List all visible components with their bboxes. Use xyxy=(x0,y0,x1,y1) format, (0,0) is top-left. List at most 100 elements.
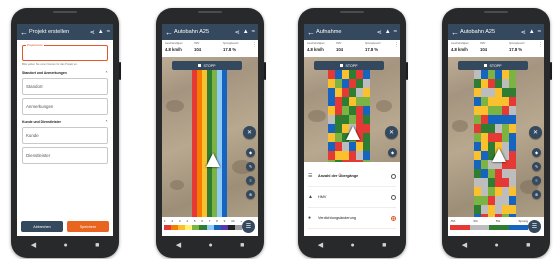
more-vert-icon[interactable]: ⋮ xyxy=(252,42,257,55)
roller-icon[interactable]: ▲ xyxy=(98,29,104,36)
roller-icon[interactable]: ▲ xyxy=(385,29,391,36)
navigation-arrow-icon xyxy=(346,126,360,140)
stop-button[interactable]: STOPP xyxy=(314,61,384,70)
nav-recents-icon[interactable]: ■ xyxy=(526,242,530,249)
map-view[interactable]: Geschwindigkeit 4.8 km/h HMV 104 Sprungber… xyxy=(448,40,544,236)
roller-icon[interactable]: ▲ xyxy=(529,29,535,36)
grid-cell xyxy=(356,106,363,115)
project-name-input[interactable]: Projektname xyxy=(22,43,108,61)
grid-cell xyxy=(328,70,335,79)
service-provider-field[interactable]: Dienstleister xyxy=(22,147,108,164)
grid-cell xyxy=(488,133,495,142)
back-arrow-icon[interactable]: ← xyxy=(451,28,460,37)
nav-home-icon[interactable]: ● xyxy=(350,242,354,249)
side-button xyxy=(550,62,552,80)
radio-button[interactable] xyxy=(391,194,396,200)
grid-cell xyxy=(335,79,342,88)
terrain-patch xyxy=(166,100,184,112)
stats-bar: Geschwindigkeit 4.8 km/h HMV 104 Sprungber… xyxy=(162,40,258,57)
share-icon[interactable]: ⋖ xyxy=(235,29,240,36)
terrain-patch xyxy=(452,120,468,132)
locate-icon[interactable]: ⊕ xyxy=(246,190,255,199)
radio-button[interactable] xyxy=(391,173,396,179)
close-icon[interactable]: ✕ xyxy=(385,126,398,139)
grid-cell xyxy=(488,178,495,187)
stop-button[interactable]: STOPP xyxy=(172,61,242,70)
nav-home-icon[interactable]: ● xyxy=(208,242,212,249)
grid-cell xyxy=(495,115,502,124)
share-icon[interactable]: ⋖ xyxy=(377,29,382,36)
nav-back-icon[interactable]: ◀ xyxy=(176,241,181,249)
grid-cell xyxy=(495,187,502,196)
grid-cell xyxy=(474,115,481,124)
grid-cell xyxy=(474,97,481,106)
grid-cell xyxy=(481,142,488,151)
option-hmv[interactable]: ▲ HMV xyxy=(308,187,396,208)
nav-recents-icon[interactable]: ■ xyxy=(95,242,99,249)
locate-icon[interactable]: ⊕ xyxy=(532,190,541,199)
customer-field[interactable]: Kunde xyxy=(22,127,108,144)
option-pass-count[interactable]: ☰ Anzahl der Übergänge xyxy=(308,166,396,187)
radio-button-selected[interactable] xyxy=(391,215,396,221)
phone-lane-map: ← Autobahn A25 ⋖ ▲ ≈ Geschwindigkeit 4.8 … xyxy=(156,8,266,258)
nav-home-icon[interactable]: ● xyxy=(494,242,498,249)
more-vert-icon[interactable]: ⋮ xyxy=(538,42,543,55)
layers-icon[interactable]: ≡ xyxy=(532,176,541,185)
map-view[interactable]: Geschwindigkeit 4.8 km/h HMV 104 Sprungber… xyxy=(162,40,258,236)
legend-labels: -5% 0% 5% Sprung xyxy=(450,219,528,223)
app-bar: ← Autobahn A25 ⋖ ▲ ≈ xyxy=(162,24,258,40)
signal-icon[interactable]: ≈ xyxy=(107,29,110,36)
list-menu-icon[interactable]: ☰ xyxy=(242,220,255,233)
notes-field[interactable]: Anmerkungen xyxy=(22,98,108,115)
nav-back-icon[interactable]: ◀ xyxy=(462,241,467,249)
signal-icon[interactable]: ≈ xyxy=(252,29,255,36)
grid-cell xyxy=(481,115,488,124)
location-field[interactable]: Standort xyxy=(22,78,108,95)
edit-icon[interactable]: ✎ xyxy=(246,162,255,171)
legend-label: 5% xyxy=(495,219,501,223)
back-arrow-icon[interactable]: ← xyxy=(307,28,316,37)
grid-cell xyxy=(328,97,335,106)
grid-cell xyxy=(488,169,495,178)
list-menu-icon[interactable]: ☰ xyxy=(528,220,541,233)
compass-icon[interactable]: ◆ xyxy=(246,148,255,157)
back-arrow-icon[interactable]: ← xyxy=(20,28,29,37)
close-icon[interactable]: ✕ xyxy=(243,126,256,139)
grid-cell xyxy=(335,70,342,79)
phone-compaction-map: ← Autobahn A25 ⋖ ▲ ≈ Geschwindigkeit 4.8 … xyxy=(442,8,552,258)
system-navbar: ◀ ● ■ xyxy=(448,237,544,253)
grid-cell xyxy=(474,178,481,187)
option-compaction-change[interactable]: ● Verdichtungsänderung xyxy=(308,208,396,229)
signal-icon[interactable]: ≈ xyxy=(394,29,397,36)
stop-button[interactable]: STOPP xyxy=(458,61,528,70)
speaker xyxy=(198,11,222,13)
legend-number: 4 xyxy=(186,219,189,223)
edit-icon[interactable]: ✎ xyxy=(532,162,541,171)
signal-icon[interactable]: ≈ xyxy=(538,29,541,36)
nav-back-icon[interactable]: ◀ xyxy=(31,241,36,249)
nav-recents-icon[interactable]: ■ xyxy=(240,242,244,249)
share-icon[interactable]: ⋖ xyxy=(90,29,95,36)
save-button[interactable]: Speichern xyxy=(67,221,109,232)
close-icon[interactable]: ✕ xyxy=(529,126,542,139)
stat-hmv: HMV 104 xyxy=(336,42,343,52)
back-arrow-icon[interactable]: ← xyxy=(165,28,174,37)
grid-cell xyxy=(335,133,342,142)
stop-icon xyxy=(198,64,202,67)
legend-label: Sprung xyxy=(518,219,528,223)
grid-cell xyxy=(356,142,363,151)
nav-recents-icon[interactable]: ■ xyxy=(382,242,386,249)
map-view[interactable]: Geschwindigkeit 4.8 km/h HMV 104 Sprungber… xyxy=(304,40,400,236)
compass-icon[interactable]: ◆ xyxy=(532,148,541,157)
more-vert-icon[interactable]: ⋮ xyxy=(394,42,399,55)
compass-icon[interactable]: ◆ xyxy=(388,148,397,157)
share-icon[interactable]: ⋖ xyxy=(521,29,526,36)
layers-icon[interactable]: ≡ xyxy=(246,176,255,185)
app-bar: ← Autobahn A25 ⋖ ▲ ≈ xyxy=(448,24,544,40)
nav-home-icon[interactable]: ● xyxy=(63,242,67,249)
section-customer[interactable]: Kunde und Dienstleister ⌃ xyxy=(22,120,108,124)
roller-icon[interactable]: ▲ xyxy=(243,29,249,36)
cancel-button[interactable]: Abbrechen xyxy=(21,221,63,232)
nav-back-icon[interactable]: ◀ xyxy=(318,241,323,249)
section-location[interactable]: Standort und Anmerkungen ⌃ xyxy=(22,71,108,75)
